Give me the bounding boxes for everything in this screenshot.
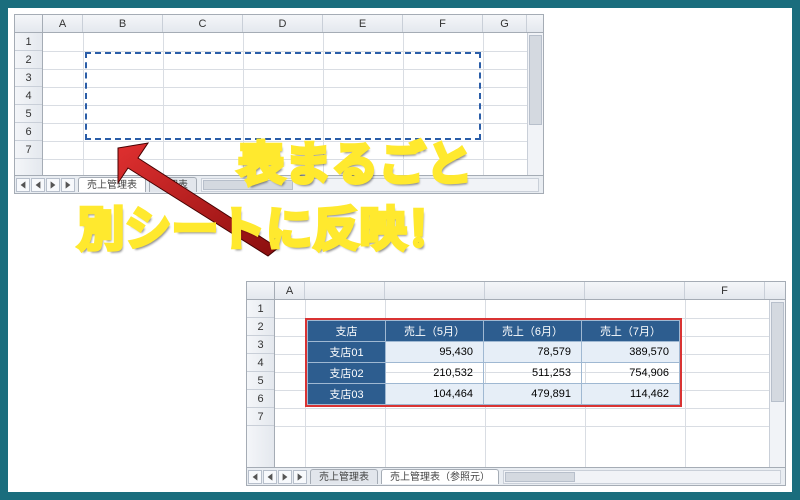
col-header-G[interactable]: G — [483, 15, 527, 32]
cells-grid-bottom[interactable]: 支店 売上（5月） 売上（6月） 売上（7月） 支店01 95,430 78,5… — [275, 300, 785, 467]
sheet-tabbar-bottom: 売上管理表 売上管理表（参照元） — [247, 467, 785, 485]
column-headers: A B C D E F G — [15, 15, 543, 33]
row-header-6[interactable]: 6 — [15, 123, 42, 141]
table-row: 支店01 95,430 78,579 389,570 — [308, 342, 680, 363]
data-table-highlight: 支店 売上（5月） 売上（6月） 売上（7月） 支店01 95,430 78,5… — [305, 318, 682, 407]
col-header-blank2[interactable] — [385, 282, 485, 299]
col-header-blank3[interactable] — [485, 282, 585, 299]
td-val[interactable]: 511,253 — [484, 363, 582, 384]
select-all-corner[interactable] — [15, 15, 43, 32]
td-val[interactable]: 78,579 — [484, 342, 582, 363]
row-header-5[interactable]: 5 — [15, 105, 42, 123]
selection-marquee — [85, 52, 481, 140]
sheet-tab-2[interactable]: 管理表 — [149, 177, 197, 192]
td-val[interactable]: 104,464 — [386, 384, 484, 405]
row-header-b1[interactable]: 1 — [247, 300, 274, 318]
spreadsheet-window-bottom: A F 1 2 3 4 5 6 7 — [246, 281, 786, 486]
row-header-4[interactable]: 4 — [15, 87, 42, 105]
vscroll-thumb[interactable] — [529, 35, 542, 125]
row-header-1[interactable]: 1 — [15, 33, 42, 51]
column-headers-bottom: A F — [247, 282, 785, 300]
table-row: 支店03 104,464 479,891 114,462 — [308, 384, 680, 405]
td-val[interactable]: 479,891 — [484, 384, 582, 405]
tab-nav-last-icon[interactable] — [61, 178, 75, 192]
th-jul: 売上（7月） — [582, 321, 680, 342]
th-branch: 支店 — [308, 321, 386, 342]
row-header-b5[interactable]: 5 — [247, 372, 274, 390]
caption-line2: 別シートに反映！ — [78, 193, 454, 259]
td-val[interactable]: 389,570 — [582, 342, 680, 363]
tab-nav-next-icon[interactable] — [46, 178, 60, 192]
tab-nav-first-icon[interactable] — [16, 178, 30, 192]
col-header-C[interactable]: C — [163, 15, 243, 32]
td-val[interactable]: 95,430 — [386, 342, 484, 363]
td-branch[interactable]: 支店01 — [308, 342, 386, 363]
row-header-b4[interactable]: 4 — [247, 354, 274, 372]
col-header-B[interactable]: B — [83, 15, 163, 32]
row-header-b6[interactable]: 6 — [247, 390, 274, 408]
tab-nav-first-icon[interactable] — [248, 470, 262, 484]
tab-nav-prev-icon[interactable] — [31, 178, 45, 192]
sheet-tab-b1[interactable]: 売上管理表 — [310, 469, 378, 484]
table-header-row: 支店 売上（5月） 売上（6月） 売上（7月） — [308, 321, 680, 342]
vscroll-thumb-bottom[interactable] — [771, 302, 784, 402]
row-headers-bottom: 1 2 3 4 5 6 7 — [247, 300, 275, 467]
sheet-tab-b2-active[interactable]: 売上管理表（参照元） — [381, 469, 499, 484]
row-header-b7[interactable]: 7 — [247, 408, 274, 426]
tab-nav-last-icon[interactable] — [293, 470, 307, 484]
table-row: 支店02 210,532 511,253 754,906 — [308, 363, 680, 384]
tab-nav-next-icon[interactable] — [278, 470, 292, 484]
hscroll-thumb-bottom[interactable] — [505, 472, 575, 482]
caption-line1: 表まるごと — [238, 128, 473, 194]
col-header-A[interactable]: A — [43, 15, 83, 32]
row-headers: 1 2 3 4 5 6 7 — [15, 33, 43, 175]
horizontal-scrollbar-bottom[interactable] — [503, 470, 781, 484]
th-jun: 売上（6月） — [484, 321, 582, 342]
tab-nav-prev-icon[interactable] — [263, 470, 277, 484]
row-header-2[interactable]: 2 — [15, 51, 42, 69]
col-header-F-b[interactable]: F — [685, 282, 765, 299]
vertical-scrollbar[interactable] — [527, 33, 543, 175]
sheet-tab-active[interactable]: 売上管理表 — [78, 177, 146, 192]
td-val[interactable]: 210,532 — [386, 363, 484, 384]
th-may: 売上（5月） — [386, 321, 484, 342]
td-val[interactable]: 754,906 — [582, 363, 680, 384]
grid-area-bottom: 1 2 3 4 5 6 7 支店 売上（5月） — [247, 300, 785, 467]
col-header-A-b[interactable]: A — [275, 282, 305, 299]
td-branch[interactable]: 支店02 — [308, 363, 386, 384]
data-table: 支店 売上（5月） 売上（6月） 売上（7月） 支店01 95,430 78,5… — [307, 320, 680, 405]
col-header-blank4[interactable] — [585, 282, 685, 299]
row-header-b2[interactable]: 2 — [247, 318, 274, 336]
vertical-scrollbar-bottom[interactable] — [769, 300, 785, 467]
select-all-corner-bottom[interactable] — [247, 282, 275, 299]
td-val[interactable]: 114,462 — [582, 384, 680, 405]
row-header-3[interactable]: 3 — [15, 69, 42, 87]
col-header-D[interactable]: D — [243, 15, 323, 32]
row-header-7[interactable]: 7 — [15, 141, 42, 159]
row-header-b3[interactable]: 3 — [247, 336, 274, 354]
image-frame: A B C D E F G 1 2 3 4 5 6 7 — [8, 8, 792, 492]
td-branch[interactable]: 支店03 — [308, 384, 386, 405]
col-header-blank1[interactable] — [305, 282, 385, 299]
col-header-F[interactable]: F — [403, 15, 483, 32]
col-header-E[interactable]: E — [323, 15, 403, 32]
